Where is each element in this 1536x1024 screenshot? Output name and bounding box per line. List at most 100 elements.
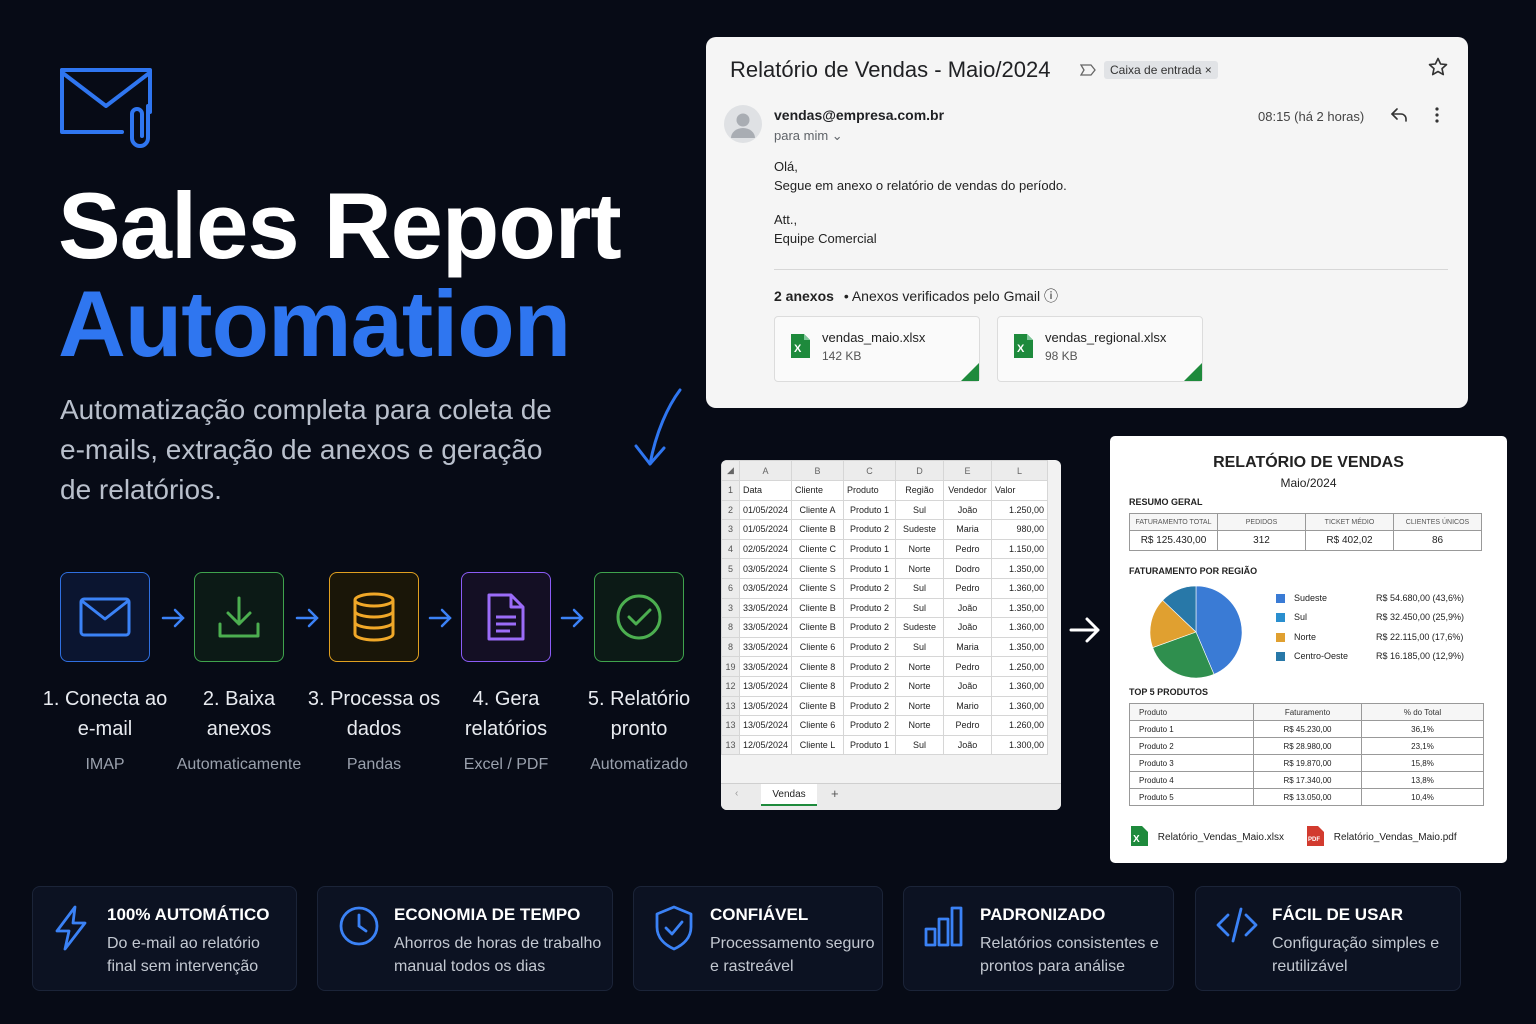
inbox-label-chip[interactable]: Caixa de entrada × <box>1104 61 1218 79</box>
table-cell[interactable]: Norte <box>895 715 945 736</box>
header-cell[interactable]: Produto <box>843 480 897 501</box>
report-xlsx-file[interactable]: X Relatório_Vendas_Maio.xlsx <box>1129 825 1284 850</box>
attachment-file[interactable]: X vendas_maio.xlsx 142 KB <box>774 316 980 382</box>
table-cell[interactable]: Pedro <box>943 715 993 736</box>
row-number[interactable]: 13 <box>721 715 740 736</box>
recipient-toggle[interactable]: para mim ⌄ <box>774 128 843 144</box>
table-cell[interactable]: Sudeste <box>895 519 945 540</box>
table-cell[interactable]: Norte <box>895 538 945 560</box>
column-letter[interactable]: L <box>991 460 1049 481</box>
table-cell[interactable]: Cliente S <box>791 577 845 599</box>
table-cell[interactable]: Sudeste <box>895 617 945 638</box>
table-cell[interactable]: 1.360,00 <box>991 675 1049 697</box>
table-cell[interactable]: Produto 2 <box>843 636 897 658</box>
table-cell[interactable]: 1.260,00 <box>991 715 1049 736</box>
table-cell[interactable]: 1.350,00 <box>991 597 1049 619</box>
column-letter[interactable]: E <box>943 460 993 481</box>
table-cell[interactable]: 33/05/2024 <box>738 617 793 638</box>
table-cell[interactable]: João <box>943 499 993 521</box>
table-cell[interactable]: Produto 2 <box>843 675 897 697</box>
row-number[interactable]: 4 <box>721 538 740 560</box>
table-cell[interactable]: 1.350,00 <box>991 558 1049 579</box>
table-cell[interactable]: 02/05/2024 <box>738 538 793 560</box>
sheet-tab-vendas[interactable]: Vendas <box>761 784 817 806</box>
row-number[interactable]: 5 <box>721 558 740 579</box>
table-cell[interactable]: Cliente 8 <box>791 675 845 697</box>
table-cell[interactable]: Cliente B <box>791 695 845 717</box>
table-cell[interactable]: Sul <box>895 597 945 619</box>
table-cell[interactable]: Sul <box>895 734 945 756</box>
table-cell[interactable]: Maria <box>943 519 993 540</box>
table-cell[interactable]: 1.250,00 <box>991 656 1049 677</box>
row-number[interactable]: 2 <box>721 499 740 521</box>
table-cell[interactable]: Cliente L <box>791 734 845 756</box>
table-cell[interactable]: Produto 2 <box>843 617 897 638</box>
table-cell[interactable]: Produto 2 <box>843 519 897 540</box>
table-cell[interactable]: Pedro <box>943 538 993 560</box>
corner-cell[interactable]: ◢ <box>721 460 740 481</box>
table-cell[interactable]: Dodro <box>943 558 993 579</box>
row-number[interactable]: 8 <box>721 636 740 658</box>
table-cell[interactable]: Produto 2 <box>843 597 897 619</box>
table-cell[interactable]: Pedro <box>943 577 993 599</box>
table-cell[interactable]: 1.350,00 <box>991 636 1049 658</box>
table-cell[interactable]: Cliente C <box>791 538 845 560</box>
table-cell[interactable]: Sul <box>895 636 945 658</box>
row-number[interactable]: 6 <box>721 577 740 599</box>
table-cell[interactable]: 1.250,00 <box>991 499 1049 521</box>
row-number[interactable]: 3 <box>721 597 740 619</box>
table-cell[interactable]: 01/05/2024 <box>738 519 793 540</box>
add-sheet-button[interactable]: + <box>831 786 839 801</box>
table-cell[interactable]: 33/05/2024 <box>738 597 793 619</box>
row-number[interactable]: 1 <box>721 480 740 501</box>
row-number[interactable]: 12 <box>721 675 740 697</box>
table-cell[interactable]: Mario <box>943 695 993 717</box>
header-cell[interactable]: Valor <box>991 480 1049 501</box>
table-cell[interactable]: Produto 2 <box>843 656 897 677</box>
table-cell[interactable]: Cliente 6 <box>791 636 845 658</box>
table-cell[interactable]: Produto 1 <box>843 734 897 756</box>
table-cell[interactable]: Norte <box>895 695 945 717</box>
star-icon[interactable] <box>1428 57 1448 82</box>
table-cell[interactable]: Produto 2 <box>843 715 897 736</box>
table-cell[interactable]: 1.300,00 <box>991 734 1049 756</box>
header-cell[interactable]: Região <box>895 480 945 501</box>
table-cell[interactable]: 03/05/2024 <box>738 558 793 579</box>
header-cell[interactable]: Cliente <box>791 480 845 501</box>
column-letter[interactable]: A <box>738 460 793 481</box>
table-cell[interactable]: Norte <box>895 675 945 697</box>
report-pdf-file[interactable]: PDF Relatório_Vendas_Maio.pdf <box>1305 825 1457 850</box>
table-cell[interactable]: Sul <box>895 577 945 599</box>
table-cell[interactable]: Cliente B <box>791 519 845 540</box>
table-cell[interactable]: Maria <box>943 636 993 658</box>
table-cell[interactable]: 1.360,00 <box>991 577 1049 599</box>
table-cell[interactable]: 01/05/2024 <box>738 499 793 521</box>
more-vertical-icon[interactable] <box>1434 107 1440 128</box>
table-cell[interactable]: Pedro <box>943 656 993 677</box>
sheet-nav-button[interactable]: ‹ <box>735 788 738 799</box>
header-cell[interactable]: Vendedor <box>943 480 993 501</box>
table-cell[interactable]: Cliente 6 <box>791 715 845 736</box>
row-number[interactable]: 13 <box>721 734 740 756</box>
reply-icon[interactable] <box>1390 107 1408 128</box>
table-cell[interactable]: Cliente 8 <box>791 656 845 677</box>
table-cell[interactable]: 13/05/2024 <box>738 695 793 717</box>
table-cell[interactable]: 1.360,00 <box>991 617 1049 638</box>
table-cell[interactable]: 1.360,00 <box>991 695 1049 717</box>
table-cell[interactable]: Produto 1 <box>843 538 897 560</box>
row-number[interactable]: 3 <box>721 519 740 540</box>
table-cell[interactable]: 33/05/2024 <box>738 636 793 658</box>
table-cell[interactable]: Norte <box>895 558 945 579</box>
column-letter[interactable]: B <box>791 460 845 481</box>
table-cell[interactable]: 980,00 <box>991 519 1049 540</box>
table-cell[interactable]: Cliente B <box>791 617 845 638</box>
table-cell[interactable]: João <box>943 675 993 697</box>
table-cell[interactable]: Sul <box>895 499 945 521</box>
table-cell[interactable]: 13/05/2024 <box>738 715 793 736</box>
table-cell[interactable]: Cliente B <box>791 597 845 619</box>
table-cell[interactable]: João <box>943 617 993 638</box>
table-cell[interactable]: 13/05/2024 <box>738 675 793 697</box>
table-cell[interactable]: João <box>943 597 993 619</box>
table-cell[interactable]: Cliente S <box>791 558 845 579</box>
label-icon[interactable] <box>1079 63 1096 81</box>
